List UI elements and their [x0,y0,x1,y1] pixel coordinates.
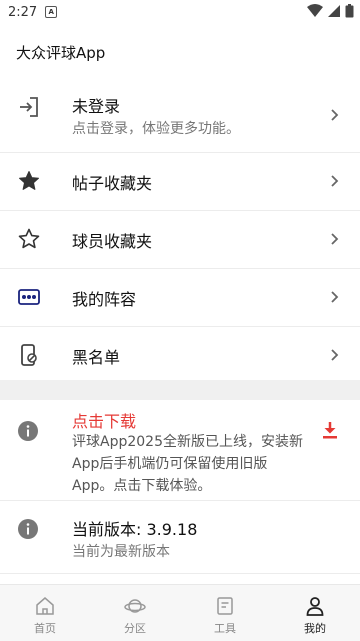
status-icons [307,4,354,18]
post-favorites-row[interactable]: 帖子收藏夹 [0,153,360,211]
download-title: 点击下载 [72,412,137,431]
chevron-right-icon [331,349,339,361]
info-icon [18,519,38,539]
version-row[interactable]: 当前版本: 3.9.18 当前为最新版本 [0,501,360,574]
login-subtitle: 点击登录，体验更多功能。 [72,121,240,137]
menu-list: 未登录 点击登录，体验更多功能。 帖子收藏夹 球员收藏夹 我的阵容 黑名单 [0,80,360,385]
star-filled-icon [19,171,39,190]
wifi-icon [307,4,323,17]
login-icon [20,97,38,117]
nav-sections-label: 分区 [124,622,146,635]
download-icon[interactable] [320,420,340,440]
section-divider [0,380,360,400]
nav-home-label: 首页 [34,622,56,635]
status-time: 2:27 [8,4,38,20]
my-lineup-label: 我的阵容 [72,290,137,309]
signal-icon [328,5,340,17]
version-title: 当前版本: 3.9.18 [72,520,198,539]
chevron-right-icon [331,109,339,121]
nav-tools-label: 工具 [214,622,236,635]
chevron-right-icon [331,233,339,245]
chevron-right-icon [331,175,339,187]
nav-sections[interactable]: 分区 [90,585,180,641]
nav-me[interactable]: 我的 [270,585,360,641]
nav-tools[interactable]: 工具 [180,585,270,641]
blacklist-label: 黑名单 [72,348,121,367]
chevron-right-icon [331,291,339,303]
notification-a-icon: A [45,6,58,18]
battery-icon [345,4,354,18]
player-favorites-row[interactable]: 球员收藏夹 [0,211,360,269]
nav-home[interactable]: 首页 [0,585,90,641]
blocked-phone-icon [21,344,37,366]
star-outline-icon [18,228,40,249]
home-icon [36,597,54,615]
planet-icon [124,599,146,613]
status-bar: 2:27 A [0,0,360,24]
login-row[interactable]: 未登录 点击登录，体验更多功能。 [0,80,360,153]
download-description: 评球App2025全新版已上线，安装新App后手机端仍可保留使用旧版App。点击… [72,434,303,494]
login-label: 未登录 [72,97,121,116]
tools-icon [217,597,233,615]
download-row[interactable]: 点击下载 评球App2025全新版已上线，安装新App后手机端仍可保留使用旧版A… [0,400,360,501]
post-favorites-label: 帖子收藏夹 [72,174,153,193]
app-title: 大众评球App [16,44,106,62]
info-icon [18,421,38,441]
blacklist-row[interactable]: 黑名单 [0,327,360,385]
player-favorites-label: 球员收藏夹 [72,232,153,251]
person-icon [306,597,324,616]
lineup-icon [18,289,40,305]
my-lineup-row[interactable]: 我的阵容 [0,269,360,327]
version-subtitle: 当前为最新版本 [72,544,170,560]
bottom-nav: 首页 分区 工具 我的 [0,584,360,641]
nav-me-label: 我的 [304,622,326,635]
